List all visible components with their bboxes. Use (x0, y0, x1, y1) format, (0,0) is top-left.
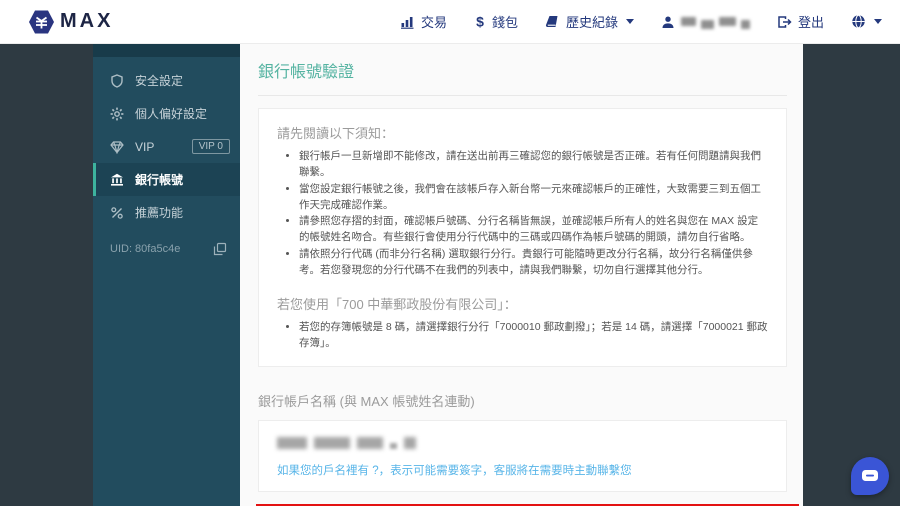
top-nav-links: 交易 $ 錢包 歷史紀錄 登出 (400, 12, 882, 31)
nav-history-label: 歷史紀錄 (565, 15, 618, 30)
svg-text:$: $ (476, 14, 484, 29)
sidebar-item-label: 銀行帳號 (135, 173, 184, 187)
nav-trade-label: 交易 (420, 15, 447, 30)
nav-wallet-label: 錢包 (491, 15, 518, 30)
nav-trade[interactable]: 交易 (400, 12, 447, 31)
bank-icon (111, 173, 123, 186)
nav-history[interactable]: 歷史紀錄 (545, 12, 634, 31)
dollar-icon: $ (476, 14, 484, 29)
nav-wallet[interactable]: $ 錢包 (474, 12, 518, 31)
chart-bars-icon (400, 16, 414, 29)
shield-icon (111, 73, 123, 88)
page-title: 銀行帳號驗證 (258, 58, 787, 96)
gear-icon (110, 107, 124, 120)
globe-icon (852, 14, 865, 29)
sidebar-item-label: 推薦功能 (135, 206, 184, 220)
top-navbar: MAX 交易 $ 錢包 歷史紀錄 登出 (0, 0, 900, 44)
sidebar-item-security[interactable]: 安全設定 (93, 64, 240, 97)
percent-icon (111, 206, 123, 219)
sidebar-item-label: 安全設定 (135, 74, 184, 88)
user-icon (662, 16, 674, 28)
chat-widget-button[interactable] (851, 457, 889, 495)
notice-bullet: 請依照分行代碼 (而非分行名稱) 選取銀行分行。貴銀行可能隨時更改分行名稱，故分… (299, 246, 768, 279)
notice-card: 請先閱讀以下須知： 銀行帳戶一旦新增即不能修改，請在送出前再三確認您的銀行帳號是… (258, 108, 787, 367)
sidebar-item-cropped[interactable] (93, 44, 240, 57)
main-content: 銀行帳號驗證 請先閱讀以下須知： 銀行帳戶一旦新增即不能修改，請在送出前再三確認… (240, 44, 803, 506)
nav-logout[interactable]: 登出 (777, 12, 824, 31)
sidebar-item-bank-account[interactable]: 銀行帳號 (93, 163, 240, 196)
account-name-section-label: 銀行帳戶名稱 (與 MAX 帳號姓名連動) (258, 393, 475, 409)
sidebar-item-label: VIP (135, 139, 155, 154)
masked-account-name (277, 435, 768, 449)
left-background-panel (0, 44, 93, 506)
page-body: 安全設定 個人偏好設定 VIP VIP 0 銀行帳號 推薦功能 UID: 80f… (0, 44, 900, 506)
nav-language[interactable] (851, 14, 882, 29)
uid-row: UID: 80fa5c4e (93, 232, 240, 265)
account-sidebar: 安全設定 個人偏好設定 VIP VIP 0 銀行帳號 推薦功能 UID: 80f… (93, 44, 240, 506)
notice-bullet: 當您設定銀行帳號之後，我們會在該帳戶存入新台幣一元來確認帳戶的正確性，大致需要三… (299, 181, 768, 214)
postal-bullet: 若您的存簿帳號是 8 碼，請選擇銀行分行「7000010 郵政劃撥」；若是 14… (299, 319, 768, 352)
notice-bullet: 請參照您存摺的封面，確認帳戶號碼、分行名稱皆無誤，並確認帳戶所有人的姓名與您在 … (299, 213, 768, 246)
logout-icon (778, 15, 792, 28)
postal-list: 若您的存簿帳號是 8 碼，請選擇銀行分行「7000010 郵政劃撥」；若是 14… (277, 319, 768, 352)
chevron-down-icon (874, 19, 882, 24)
right-background-panel (803, 44, 900, 506)
masked-username (680, 14, 750, 29)
copy-icon[interactable] (213, 242, 227, 256)
nav-logout-label: 登出 (797, 15, 824, 30)
account-name-card: 如果您的戶名裡有 ?，表示可能需要簽字，客服將在需要時主動聯繫您 (258, 419, 787, 492)
vip-level-badge: VIP 0 (191, 139, 230, 154)
chat-icon (862, 470, 878, 481)
account-name-hint-link[interactable]: 如果您的戶名裡有 ?，表示可能需要簽字，客服將在需要時主動聯繫您 (277, 462, 768, 478)
logo-text: MAX (60, 10, 114, 32)
chevron-down-icon (625, 19, 634, 24)
book-icon (545, 15, 558, 27)
notice-bullet: 銀行帳戶一旦新增即不能修改，請在送出前再三確認您的銀行帳號是否正確。若有任何問題… (299, 148, 768, 181)
sidebar-item-label: 個人偏好設定 (135, 107, 208, 121)
sidebar-item-referral[interactable]: 推薦功能 (93, 196, 240, 229)
postal-section-title: 若您使用「700 中華郵政股份有限公司」： (277, 297, 517, 313)
sidebar-item-vip[interactable]: VIP VIP 0 (93, 130, 240, 163)
uid-value: UID: 80fa5c4e (110, 242, 181, 255)
sidebar-item-preferences[interactable]: 個人偏好設定 (93, 97, 240, 130)
notice-title: 請先閱讀以下須知： (277, 126, 395, 141)
max-coin-icon (29, 10, 54, 33)
gem-icon (110, 140, 124, 154)
notice-list: 銀行帳戶一旦新增即不能修改，請在送出前再三確認您的銀行帳號是否正確。若有任何問題… (277, 148, 768, 278)
max-logo[interactable]: MAX (28, 9, 113, 35)
nav-user-account[interactable] (661, 14, 750, 29)
